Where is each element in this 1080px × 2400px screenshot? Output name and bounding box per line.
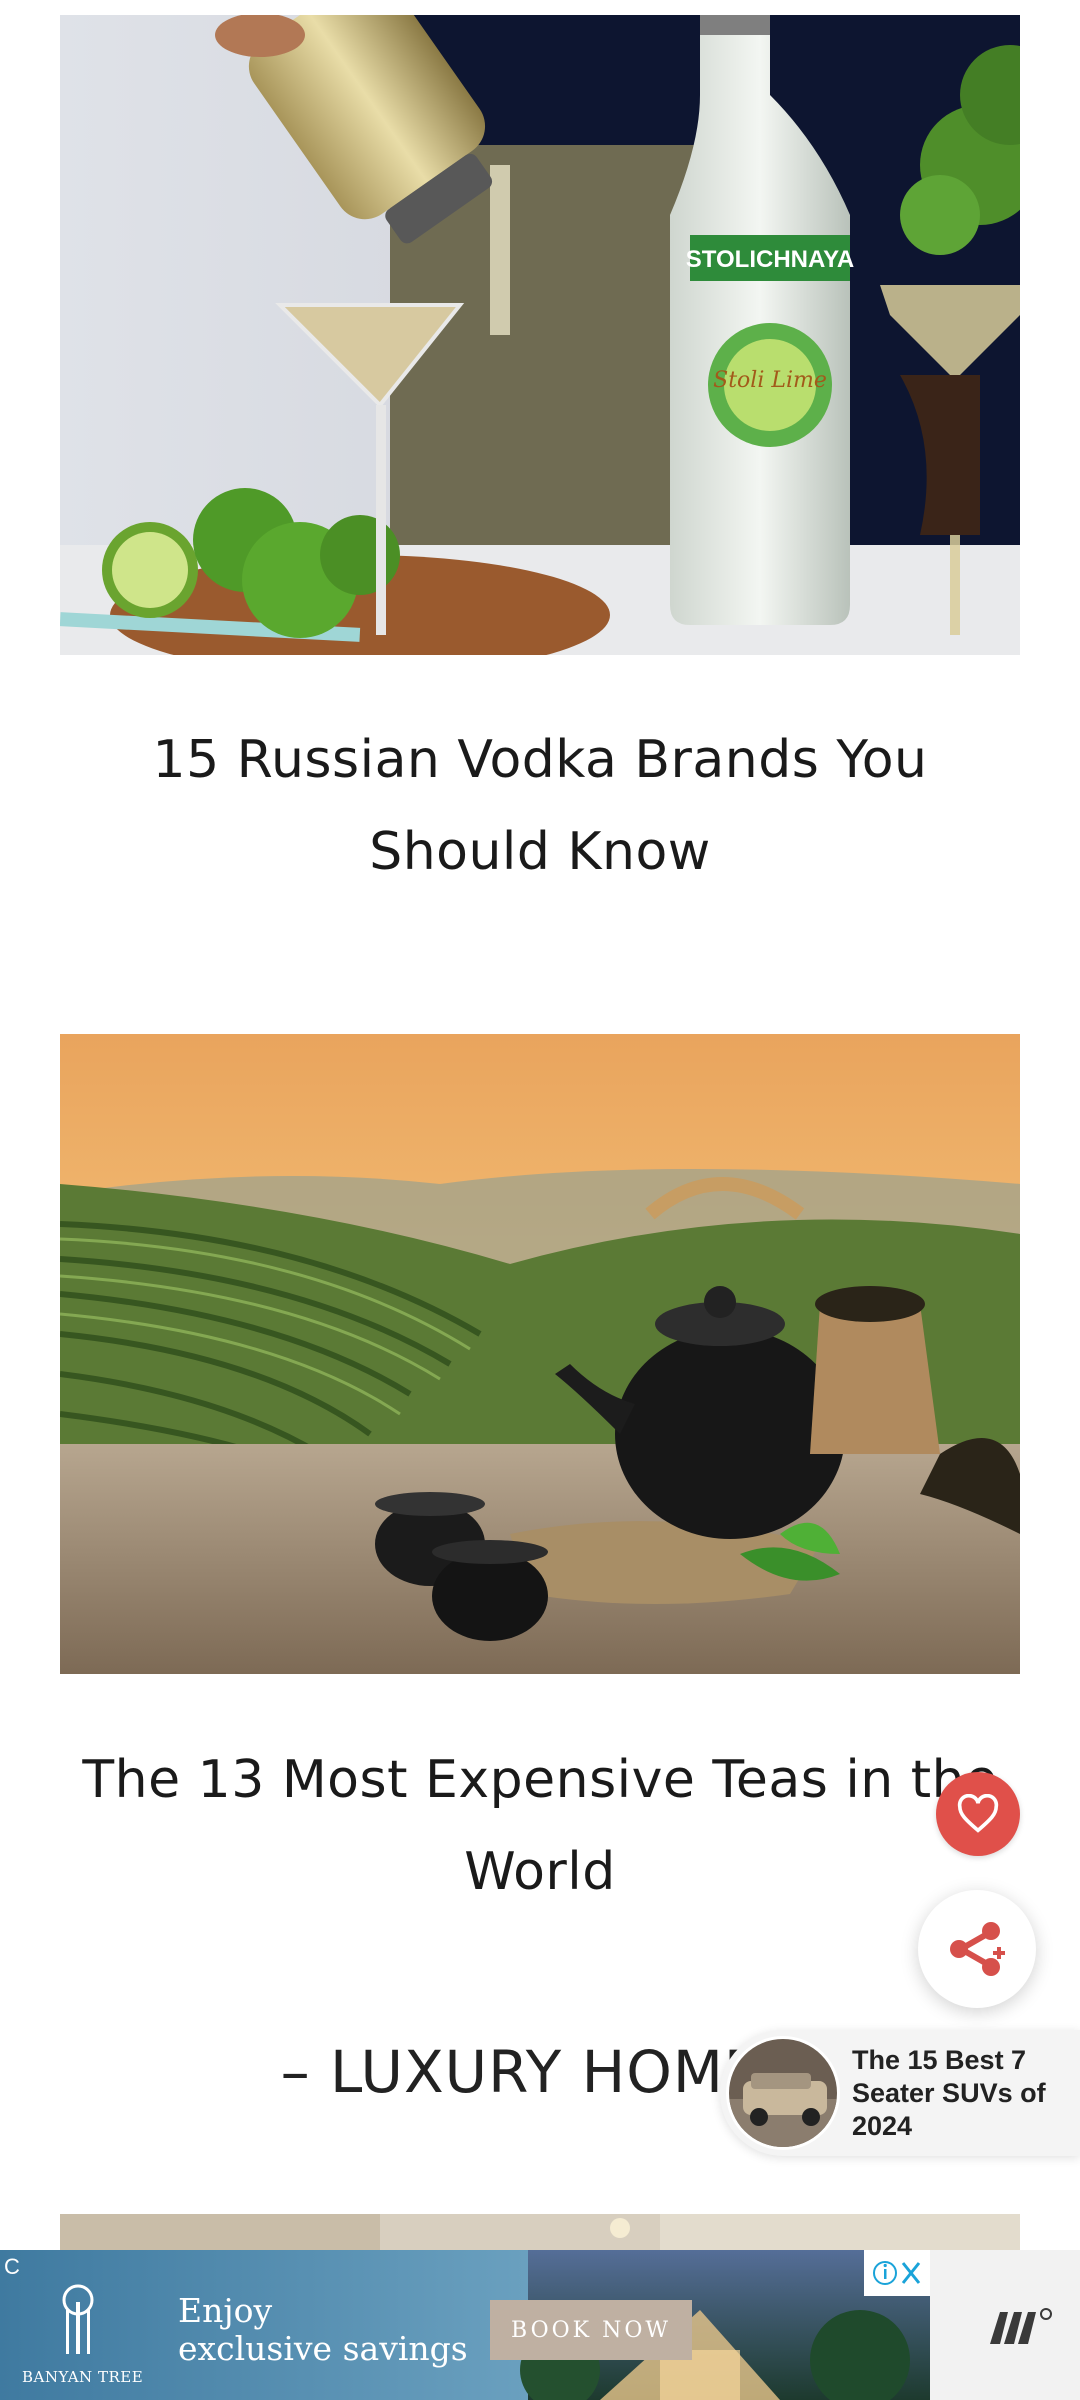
- ad-book-now-button[interactable]: BOOK NOW: [490, 2300, 692, 2360]
- article-image-tea[interactable]: [60, 1034, 1020, 1674]
- article-image-next[interactable]: [60, 2214, 1020, 2254]
- heart-icon: [957, 1794, 999, 1833]
- bottle-brand-label: STOLICHNAYA: [686, 246, 855, 273]
- ad-choices-mark[interactable]: C: [4, 2254, 20, 2280]
- ad-close-button[interactable]: [864, 2250, 930, 2296]
- ad-brand: BANYAN TREE: [22, 2368, 144, 2386]
- article-title-tea[interactable]: The 13 Most Expensive Teas in the World: [60, 1734, 1020, 1918]
- ad-headline: Enjoy exclusive savings: [178, 2292, 468, 2368]
- article-image-vodka[interactable]: STOLICHNAYA Stoli Lime: [60, 15, 1020, 655]
- favorite-button[interactable]: [936, 1772, 1020, 1856]
- share-icon: [950, 1922, 1005, 1976]
- promo-thumbnail: [726, 2036, 840, 2150]
- related-article-promo[interactable]: The 15 Best 7 Seater SUVs of 2024: [720, 2030, 1080, 2156]
- ad-banner[interactable]: C BANYAN TREE Enjoy exclusive savings BO…: [0, 2250, 930, 2400]
- ad-info-close-icon: [873, 2261, 921, 2285]
- promo-title: The 15 Best 7 Seater SUVs of 2024: [852, 2045, 1046, 2141]
- article-title-vodka[interactable]: 15 Russian Vodka Brands You Should Know: [60, 714, 1020, 898]
- publisher-logo-icon: [986, 2304, 1054, 2354]
- bottle-sub-label: Stoli Lime: [713, 368, 827, 393]
- share-button[interactable]: [918, 1890, 1036, 2008]
- ad-headline-line1: Enjoy: [178, 2291, 273, 2330]
- ad-headline-line2: exclusive savings: [178, 2329, 468, 2368]
